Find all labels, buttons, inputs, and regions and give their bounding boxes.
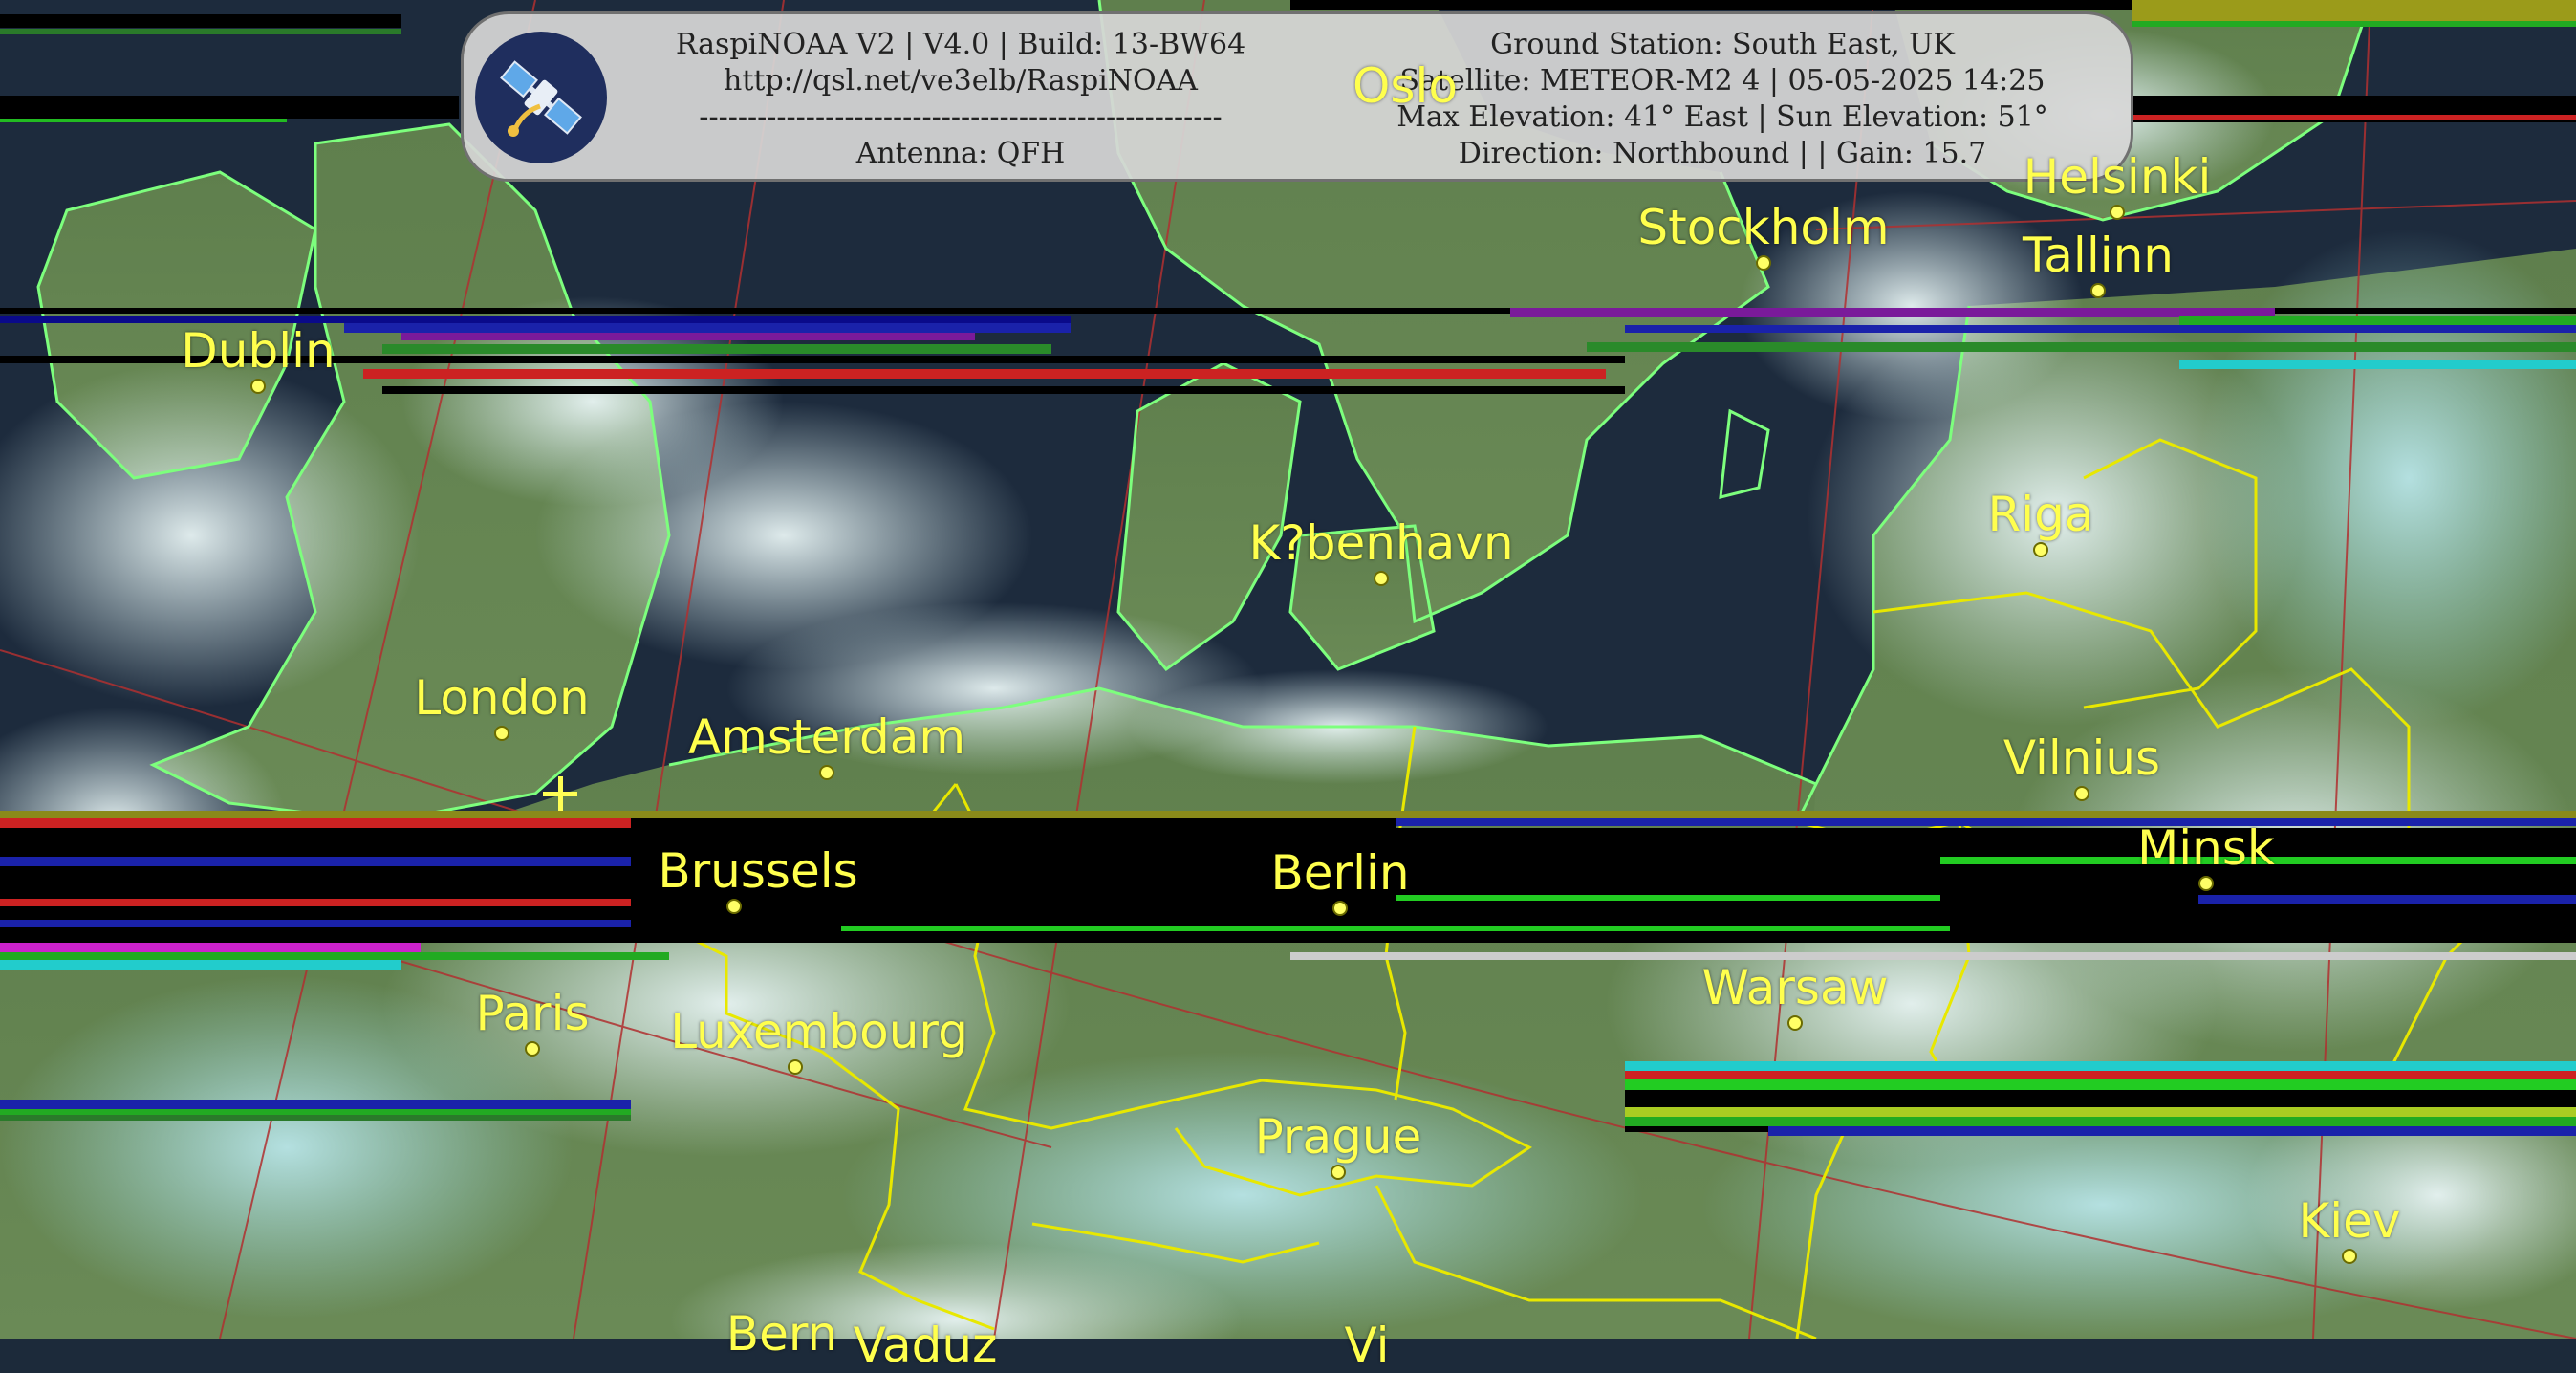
city-label: Vilnius xyxy=(2002,730,2161,786)
satellite-pass-text: Satellite: METEOR-M2 4 | 05-05-2025 14:2… xyxy=(1399,64,2046,98)
city-label: Minsk xyxy=(2137,820,2275,876)
satellite-icon xyxy=(475,32,607,163)
city-dot xyxy=(1332,901,1348,916)
city-label: Warsaw xyxy=(1701,960,1889,1015)
ground-station-text: Ground Station: South East, UK xyxy=(1490,28,1955,61)
city-label: Amsterdam xyxy=(687,709,966,765)
city-label: K?benhavn xyxy=(1248,515,1514,571)
city-dot xyxy=(788,1059,803,1075)
city-label: Helsinki xyxy=(2023,149,2212,205)
city-dot xyxy=(1331,1165,1346,1180)
city-dot xyxy=(2110,205,2125,220)
elevation-text: Max Elevation: 41° East | Sun Elevation:… xyxy=(1396,100,2048,134)
city-label: Vaduz xyxy=(853,1318,998,1373)
city-label: Oslo xyxy=(1353,58,1458,114)
city-dot xyxy=(250,379,266,394)
city-label: Prague xyxy=(1254,1109,1422,1165)
pass-info-header: RaspiNOAA V2 | V4.0 | Build: 13-BW64 htt… xyxy=(461,11,2133,182)
city-dot xyxy=(1787,1015,1803,1031)
city-label: Kiev xyxy=(2298,1193,2401,1249)
city-dot xyxy=(726,899,742,914)
city-dot xyxy=(2074,786,2089,801)
city-label: Dublin xyxy=(181,323,336,379)
city-label: London xyxy=(414,670,590,726)
city-label: Riga xyxy=(1987,487,2094,542)
city-label: Brussels xyxy=(658,843,858,899)
city-dot xyxy=(2342,1249,2357,1264)
software-version-text: RaspiNOAA V2 | V4.0 | Build: 13-BW64 xyxy=(675,28,1246,61)
city-dot xyxy=(525,1041,540,1057)
city-dot xyxy=(2090,283,2106,298)
city-dot xyxy=(1374,571,1389,586)
city-label: Berlin xyxy=(1270,845,1410,901)
city-label: Luxembourg xyxy=(670,1004,968,1059)
city-dot xyxy=(1756,255,1771,271)
city-dot xyxy=(2198,876,2214,891)
city-dot xyxy=(494,726,509,741)
project-url-text: http://qsl.net/ve3elb/RaspiNOAA xyxy=(724,64,1198,98)
antenna-text: Antenna: QFH xyxy=(855,137,1066,170)
direction-gain-text: Direction: Northbound | | Gain: 15.7 xyxy=(1458,137,1987,170)
city-label: Vi xyxy=(1344,1318,1390,1373)
city-dot xyxy=(819,765,834,780)
city-label: Stockholm xyxy=(1637,200,1890,255)
city-label: Paris xyxy=(475,986,590,1041)
city-label: Tallinn xyxy=(2023,228,2174,283)
city-label: Bern xyxy=(725,1306,838,1362)
separator-line: ----------------------------------------… xyxy=(699,100,1223,134)
city-dot xyxy=(2033,542,2048,557)
